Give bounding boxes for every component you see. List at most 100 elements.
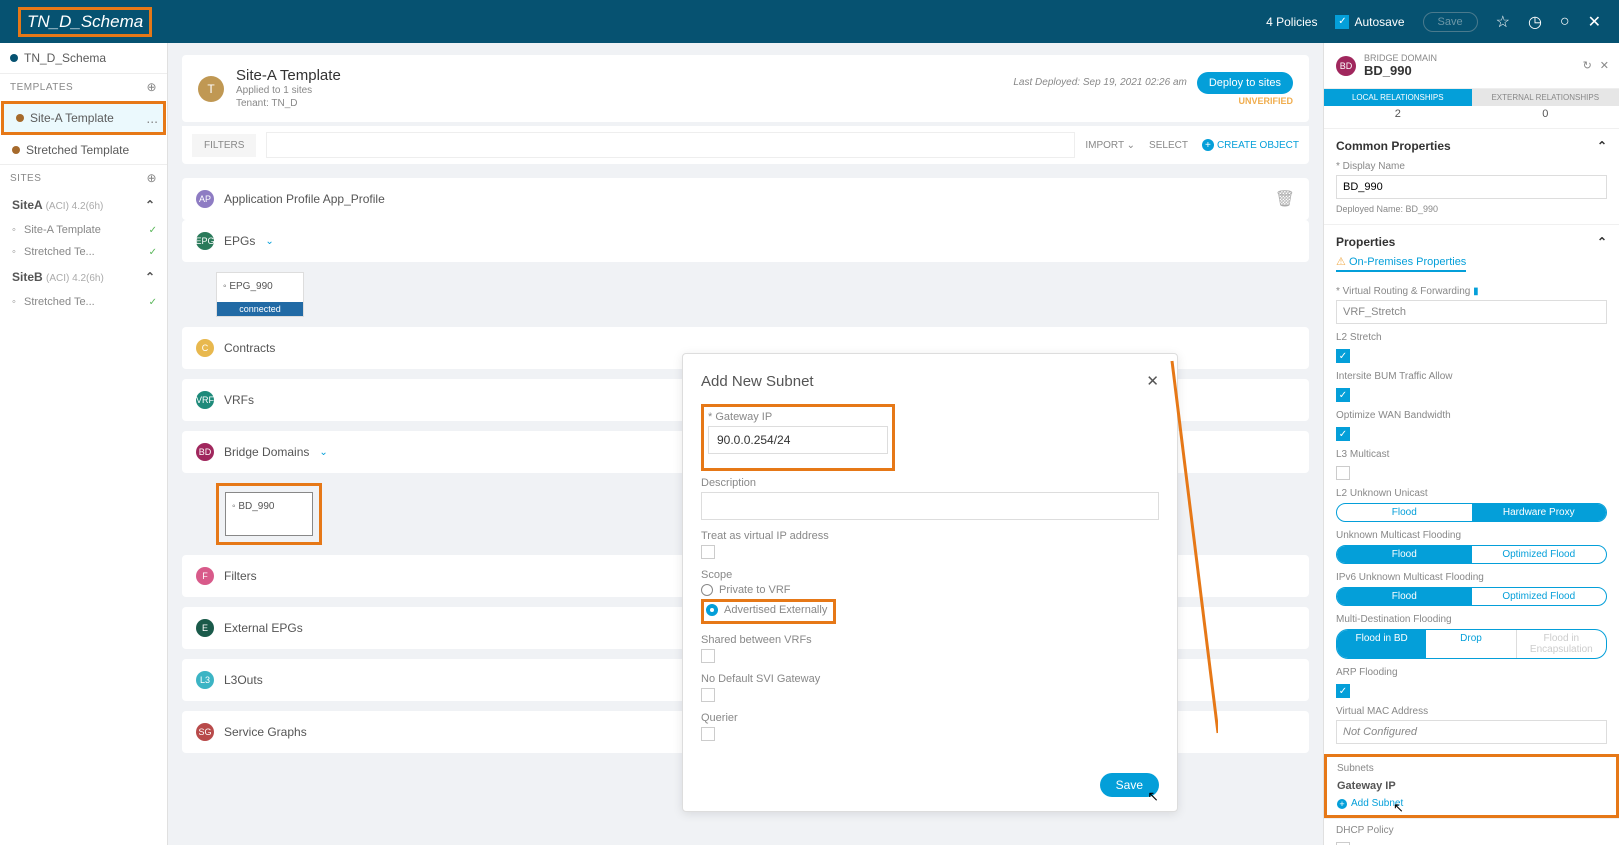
schema-title: TN_D_Schema [18,7,152,37]
unknown-mcast-toggle[interactable]: FloodOptimized Flood [1336,545,1607,564]
filter-input[interactable] [266,132,1075,158]
description-input[interactable] [701,492,1159,520]
autosave-toggle[interactable]: ✓ Autosave [1335,15,1404,29]
filters-label: FILTERS [192,134,256,157]
last-deployed: Last Deployed: Sep 19, 2021 02:26 am [1013,77,1186,88]
connected-tag: connected [217,302,303,316]
deploy-button[interactable]: Deploy to sites [1197,72,1293,94]
multi-dest-toggle[interactable]: Flood in BDDropFlood in Encapsulation [1336,629,1607,659]
common-props-header[interactable]: Common Properties⌃ [1336,139,1607,153]
clock-icon[interactable]: ◷ [1528,12,1542,32]
chevron-down-icon[interactable]: ⌄ [319,447,327,458]
chevron-up-icon: ⌃ [1597,235,1607,249]
intersite-checkbox[interactable]: ✓ [1336,388,1350,402]
delete-icon[interactable]: 🗑 [1275,189,1295,209]
app-profile-section[interactable]: AP Application Profile App_Profile 🗑 [182,178,1309,220]
l2-unknown-toggle[interactable]: FloodHardware Proxy [1336,503,1607,522]
arp-flooding-checkbox[interactable]: ✓ [1336,684,1350,698]
warning-icon: ⚠ [1336,256,1346,268]
site-a-template[interactable]: Site-A Template✓ [0,219,167,241]
vrf-select[interactable] [1336,300,1607,324]
onprem-tab[interactable]: ⚠ On-Premises Properties [1336,253,1466,272]
template-tenant: Tenant: TN_D [236,97,341,110]
history-icon[interactable]: ↻ [1583,59,1592,72]
epg-icon: EPG [196,232,214,250]
filters-bar: FILTERS IMPORT ⌄ SELECT CREATE OBJECT [182,126,1309,164]
refresh-icon[interactable]: ○ [1560,13,1570,31]
dhcp-label: DHCP Policy [1336,825,1607,836]
gateway-highlight: * Gateway IP [701,404,895,471]
scope-private-radio[interactable]: Private to VRF [701,584,1159,596]
l2-stretch-checkbox[interactable]: ✓ [1336,349,1350,363]
ipv6-unknown-toggle[interactable]: FloodOptimized Flood [1336,587,1607,606]
shared-checkbox[interactable] [701,649,715,663]
add-site-icon[interactable]: ⊕ [146,171,157,185]
create-object-button[interactable]: CREATE OBJECT [1202,139,1299,151]
unverified-badge: UNVERIFIED [1238,96,1293,106]
epgs-section[interactable]: EPG EPGs ⌄ [182,220,1309,262]
more-icon[interactable]: ... [146,110,158,126]
scope-advertised-radio[interactable]: Advertised Externally [706,604,827,616]
add-template-icon[interactable]: ⊕ [146,80,157,94]
template-applied: Applied to 1 sites [236,84,341,97]
site-a-stretched[interactable]: Stretched Te...✓ [0,241,167,263]
add-subnet-button[interactable]: Add Subnet ↖ [1337,798,1606,809]
template-header: T Site-A Template Applied to 1 sites Ten… [182,55,1309,122]
close-panel-icon[interactable]: ✕ [1600,59,1609,72]
bd-badge-icon: BD [1336,56,1356,76]
contracts-icon: C [196,339,214,357]
display-name-input[interactable] [1336,175,1607,199]
vrf-icon: VRF [196,391,214,409]
template-avatar: T [198,76,224,102]
opt-wan-checkbox[interactable]: ✓ [1336,427,1350,441]
sidebar-schema[interactable]: TN_D_Schema [0,43,167,73]
bd-icon: BD [196,443,214,461]
chevron-down-icon[interactable]: ⌄ [265,236,273,247]
ext-count: 0 [1472,106,1619,128]
bookmark-icon: ▮ [1473,286,1479,297]
star-icon[interactable]: ☆ [1496,12,1510,32]
cursor-icon: ↖ [1147,788,1159,805]
l3out-icon: L3 [196,671,214,689]
deployed-name: Deployed Name: BD_990 [1336,204,1607,214]
check-icon: ✓ [1335,15,1349,29]
site-a[interactable]: SiteA (ACI) 4.2(6h) ⌃ [0,191,167,219]
virtual-ip-label: Treat as virtual IP address [701,530,1159,542]
template-icon [16,114,24,122]
close-icon[interactable]: ✕ [1146,372,1159,390]
epg-card[interactable]: ◦ EPG_990 connected [216,272,304,317]
template-title: Site-A Template [236,67,341,84]
close-icon[interactable]: ✕ [1588,12,1601,32]
chevron-up-icon: ⌃ [145,198,155,212]
shared-label: Shared between VRFs [701,634,1159,646]
template-site-a[interactable]: Site-A Template ... [1,101,166,135]
site-b-stretched[interactable]: Stretched Te...✓ [0,291,167,313]
select-button[interactable]: SELECT [1149,140,1188,151]
tab-local[interactable]: LOCAL RELATIONSHIPS [1324,89,1472,106]
template-stretched[interactable]: Stretched Template [0,136,167,164]
policies-count[interactable]: 4 Policies [1266,15,1317,29]
cursor-icon: ↖ [1393,800,1404,816]
site-b[interactable]: SiteB (ACI) 4.2(6h) ⌃ [0,263,167,291]
app-profile-icon: AP [196,190,214,208]
tab-external[interactable]: EXTERNAL RELATIONSHIPS [1472,89,1619,106]
no-default-checkbox[interactable] [701,688,715,702]
check-icon: ✓ [149,297,157,308]
modal-save-button[interactable]: Save ↖ [1100,773,1159,797]
gateway-input[interactable] [708,426,888,454]
panel-header: BD BRIDGE DOMAIN BD_990 ↻ ✕ [1324,43,1619,89]
modal-title: Add New Subnet [701,373,814,390]
vmac-input[interactable] [1336,720,1607,744]
bd-card[interactable]: ◦ BD_990 [225,492,313,536]
save-button[interactable]: Save [1423,12,1478,32]
querier-checkbox[interactable] [701,727,715,741]
import-button[interactable]: IMPORT ⌄ [1085,140,1135,151]
chevron-up-icon: ⌃ [145,270,155,284]
chevron-up-icon: ⌃ [1597,139,1607,153]
l3-multicast-checkbox[interactable] [1336,466,1350,480]
sg-icon: SG [196,723,214,741]
relationship-tabs: LOCAL RELATIONSHIPS EXTERNAL RELATIONSHI… [1324,89,1619,106]
virtual-ip-checkbox[interactable] [701,545,715,559]
properties-header[interactable]: Properties⌃ [1336,235,1607,249]
gateway-ip-header: Gateway IP [1337,780,1606,792]
